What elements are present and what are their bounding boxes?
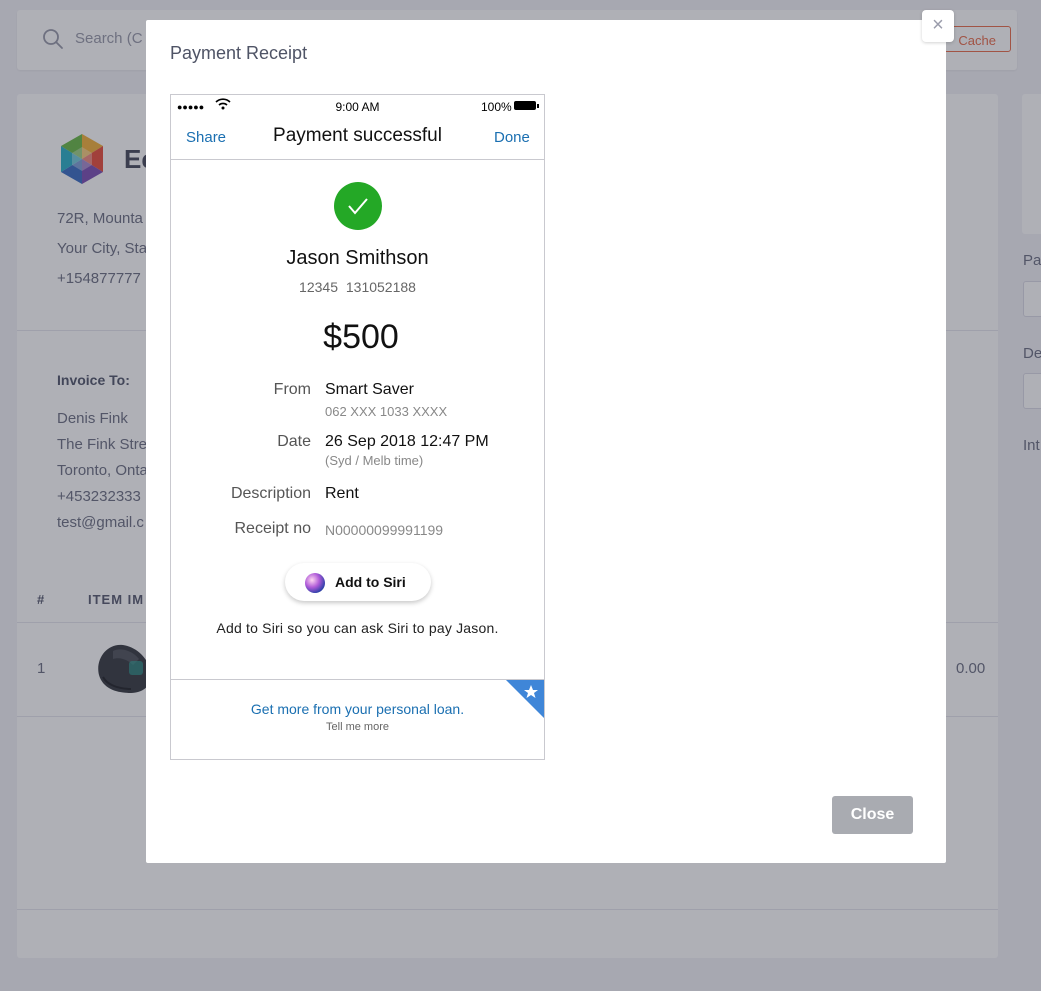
payee-account: 12345 131052188 xyxy=(299,279,416,295)
battery-percent: 100% xyxy=(481,100,512,114)
from-value: Smart Saver xyxy=(325,381,414,398)
add-to-siri-label: Add to Siri xyxy=(335,574,406,590)
phone-status-bar: ●●●●● 9:00 AM 100% xyxy=(171,95,544,117)
siri-icon xyxy=(305,573,325,593)
payee-name: Jason Smithson xyxy=(286,247,429,269)
close-icon[interactable]: × xyxy=(922,10,954,42)
description-label: Description xyxy=(230,485,311,502)
payment-status-title: Payment successful xyxy=(273,125,442,146)
siri-caption: Add to Siri so you can ask Siri to pay J… xyxy=(216,620,499,636)
battery-icon xyxy=(514,101,536,110)
receipt-no-label: Receipt no xyxy=(234,520,312,537)
description-value: Rent xyxy=(325,485,359,502)
receipt-no-value: N00000099991199 xyxy=(325,522,444,538)
date-label: Date xyxy=(277,433,311,450)
payment-amount: $500 xyxy=(323,318,399,356)
modal-title: Payment Receipt xyxy=(170,43,308,63)
add-to-siri-button: Add to Siri xyxy=(285,563,431,601)
battery-icon-tip xyxy=(537,104,539,108)
date-timezone: (Syd / Melb time) xyxy=(325,453,424,468)
from-account: 062 XXX 1033 XXXX xyxy=(325,404,448,419)
date-value: 26 Sep 2018 12:47 PM xyxy=(325,433,489,450)
from-label: From xyxy=(273,381,311,398)
done-link: Done xyxy=(494,129,530,146)
receipt-image: ●●●●● 9:00 AM 100% Share Payment success… xyxy=(170,94,545,760)
promo-subtitle: Tell me more xyxy=(326,721,389,733)
close-button[interactable]: Close xyxy=(832,796,913,834)
phone-nav-bar: Share Payment successful Done xyxy=(171,117,544,160)
payment-receipt-modal: Payment Receipt ●●●●● 9:00 AM 100% Share… xyxy=(146,20,946,863)
promo-banner: Get more from your personal loan. Tell m… xyxy=(171,679,544,759)
promo-title: Get more from your personal loan. xyxy=(250,701,465,717)
success-check-icon xyxy=(334,182,382,230)
